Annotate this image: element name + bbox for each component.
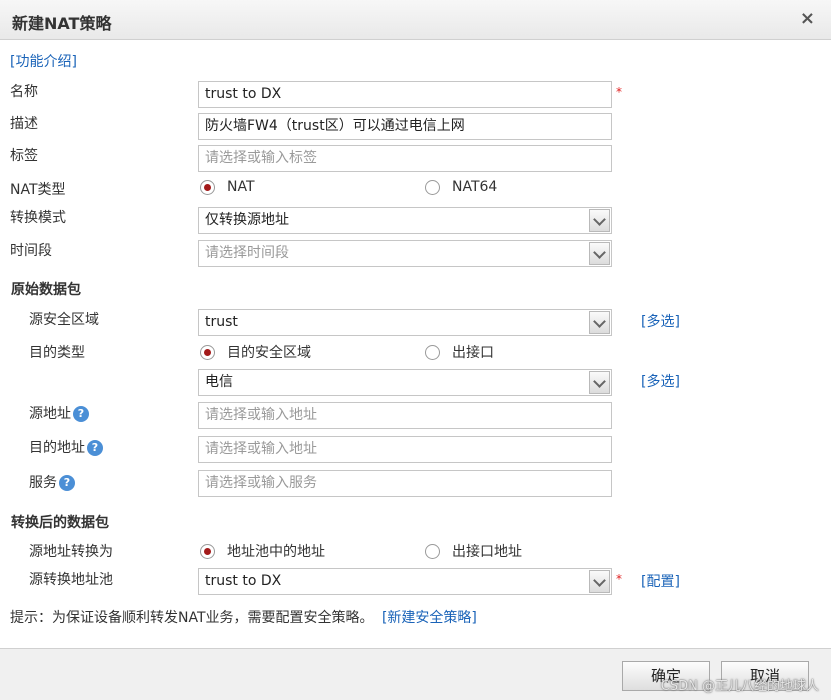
source-address-label-text: 源地址	[29, 406, 71, 422]
dest-type-option-zone: 目的安全区域	[227, 345, 311, 361]
chevron-down-icon[interactable]	[589, 311, 610, 334]
name-required-mark: *	[616, 85, 622, 99]
help-icon[interactable]: ?	[87, 440, 103, 456]
hint-row: 提示：为保证设备顺利转发NAT业务，需要配置安全策略。 [新建安全策略]	[10, 607, 477, 627]
tags-label: 标签	[10, 148, 38, 164]
dest-type-label: 目的类型	[29, 345, 85, 361]
chevron-down-icon[interactable]	[589, 242, 610, 265]
dialog-title: 新建NAT策略	[12, 14, 112, 33]
nat-type-radio-nat64[interactable]: NAT64	[425, 179, 497, 195]
hint-text: 提示：为保证设备顺利转发NAT业务，需要配置安全策略。	[10, 610, 374, 626]
radio-unselected-icon	[425, 179, 440, 195]
dest-type-radio-zone[interactable]: 目的安全区域	[200, 342, 311, 362]
service-label: 服务?	[29, 472, 75, 492]
dest-address-label: 目的地址?	[29, 437, 103, 457]
translated-packet-heading: 转换后的数据包	[11, 515, 109, 531]
dest-zone-value: 电信	[205, 374, 233, 390]
time-range-label: 时间段	[10, 243, 52, 259]
source-zone-value: trust	[205, 314, 238, 330]
name-label: 名称	[10, 84, 38, 100]
source-translate-radio-pool[interactable]: 地址池中的地址	[200, 541, 325, 561]
help-icon[interactable]: ?	[73, 406, 89, 422]
name-input[interactable]: trust to DX	[198, 81, 612, 108]
help-icon[interactable]: ?	[59, 475, 75, 491]
source-address-input[interactable]: 请选择或输入地址	[198, 402, 612, 429]
source-pool-select[interactable]: trust to DX	[198, 568, 612, 595]
source-zone-select[interactable]: trust	[198, 309, 612, 336]
nat-type-label: NAT类型	[10, 182, 66, 198]
source-pool-label: 源转换地址池	[29, 572, 113, 588]
service-input[interactable]: 请选择或输入服务	[198, 470, 612, 497]
tags-input[interactable]: 请选择或输入标签	[198, 145, 612, 172]
intro-link[interactable]: [功能介绍]	[10, 51, 77, 71]
radio-selected-icon	[200, 543, 215, 559]
description-input[interactable]: 防火墙FW4（trust区）可以通过电信上网	[198, 113, 612, 140]
radio-unselected-icon	[425, 543, 440, 559]
dest-zone-select[interactable]: 电信	[198, 369, 612, 396]
source-zone-multiselect-link[interactable]: [多选]	[641, 311, 680, 331]
dialog-footer: 确定 取消 CSDN @正儿八经的地球人	[0, 648, 831, 700]
source-pool-value: trust to DX	[205, 573, 282, 589]
source-pool-required-mark: *	[616, 572, 622, 586]
chevron-down-icon[interactable]	[589, 209, 610, 232]
source-translate-label: 源地址转换为	[29, 544, 113, 560]
dest-type-option-interface: 出接口	[452, 345, 494, 361]
source-translate-option-interface: 出接口地址	[452, 544, 522, 560]
radio-selected-icon	[200, 179, 215, 195]
source-address-label: 源地址?	[29, 403, 89, 423]
dest-type-radio-interface[interactable]: 出接口	[425, 342, 494, 362]
chevron-down-icon[interactable]	[589, 371, 610, 394]
convert-mode-value: 仅转换源地址	[205, 212, 289, 228]
new-security-policy-link[interactable]: [新建安全策略]	[382, 610, 477, 626]
chevron-down-icon[interactable]	[589, 570, 610, 593]
nat-type-option-nat64: NAT64	[452, 179, 498, 195]
radio-selected-icon	[200, 344, 215, 360]
time-range-select[interactable]: 请选择时间段	[198, 240, 612, 267]
close-icon[interactable]: ×	[800, 9, 815, 29]
convert-mode-select[interactable]: 仅转换源地址	[198, 207, 612, 234]
source-translate-option-pool: 地址池中的地址	[227, 544, 325, 560]
original-packet-heading: 原始数据包	[11, 282, 81, 298]
service-label-text: 服务	[29, 475, 57, 491]
dialog-titlebar: 新建NAT策略 ×	[0, 0, 831, 40]
nat-type-option-nat: NAT	[227, 179, 255, 195]
convert-mode-label: 转换模式	[10, 210, 66, 226]
dest-address-label-text: 目的地址	[29, 440, 85, 456]
watermark: CSDN @正儿八经的地球人	[660, 679, 819, 694]
source-translate-radio-interface[interactable]: 出接口地址	[425, 541, 522, 561]
nat-type-radio-nat[interactable]: NAT	[200, 179, 255, 195]
time-range-placeholder: 请选择时间段	[205, 245, 289, 261]
radio-unselected-icon	[425, 344, 440, 360]
source-pool-config-link[interactable]: [配置]	[641, 571, 680, 591]
description-label: 描述	[10, 116, 38, 132]
source-zone-label: 源安全区域	[29, 312, 99, 328]
dest-address-input[interactable]: 请选择或输入地址	[198, 436, 612, 463]
dest-zone-multiselect-link[interactable]: [多选]	[641, 371, 680, 391]
